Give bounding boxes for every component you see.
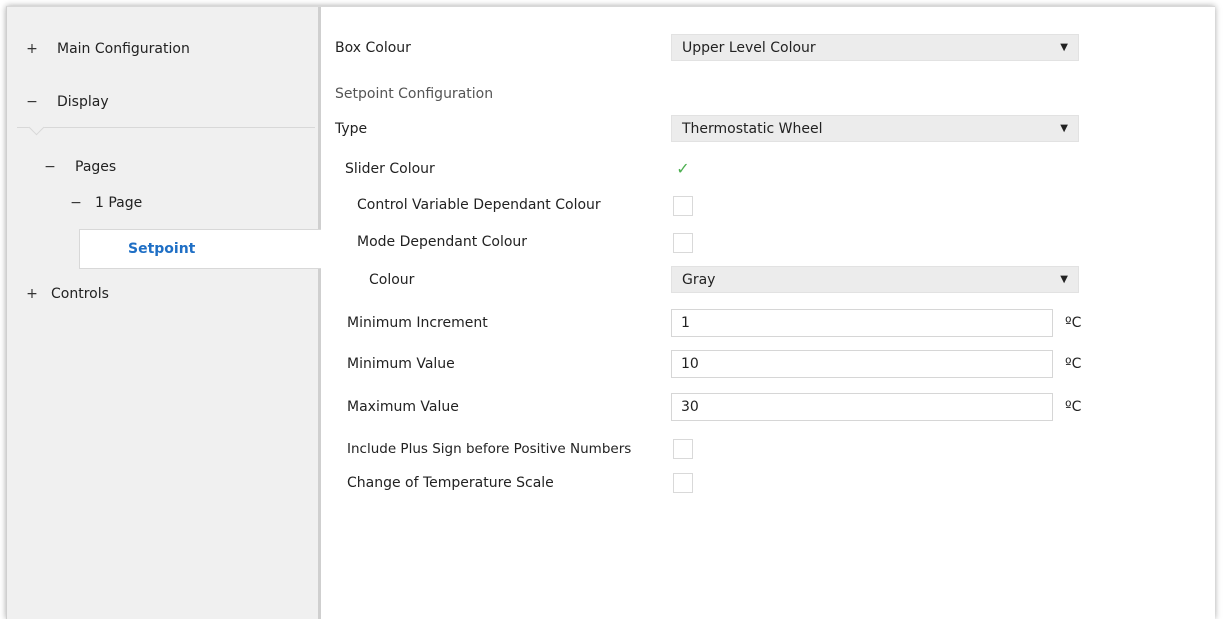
- mode-dependant-colour-checkbox[interactable]: [673, 233, 693, 253]
- type-row: Type: [335, 115, 367, 143]
- maximum-value-label: Maximum Value: [347, 399, 459, 415]
- mode-dependant-colour-row: Mode Dependant Colour: [357, 228, 527, 256]
- temperature-scale-checkbox[interactable]: [673, 473, 693, 493]
- collapse-minus-icon[interactable]: −: [43, 159, 57, 175]
- collapse-minus-icon[interactable]: −: [69, 195, 83, 211]
- temperature-scale-row: Change of Temperature Scale: [347, 469, 554, 497]
- maximum-value-value: 30: [681, 399, 699, 415]
- chevron-down-icon: ▼: [1060, 42, 1068, 53]
- slider-colour-checkbox[interactable]: ✓: [673, 159, 693, 179]
- minimum-increment-input[interactable]: 1: [671, 309, 1053, 337]
- sidebar-item-label: Controls: [51, 286, 109, 302]
- sidebar-item-setpoint[interactable]: Setpoint: [79, 229, 321, 269]
- minimum-increment-label: Minimum Increment: [347, 315, 488, 331]
- sidebar-item-1-page[interactable]: − 1 Page: [69, 177, 142, 229]
- maximum-value-unit: ºC: [1065, 399, 1082, 415]
- minimum-value-label: Minimum Value: [347, 356, 455, 372]
- sidebar-item-main-configuration[interactable]: + Main Configuration: [25, 23, 190, 75]
- sidebar-item-label: Pages: [75, 159, 117, 175]
- mode-dependant-colour-label: Mode Dependant Colour: [357, 234, 528, 250]
- plus-sign-row: Include Plus Sign before Positive Number…: [347, 435, 631, 463]
- box-colour-row: Box Colour: [335, 34, 411, 62]
- sidebar-item-label: 1 Page: [95, 195, 143, 211]
- setpoint-configuration-heading: Setpoint Configuration: [335, 80, 493, 108]
- type-value: Thermostatic Wheel: [682, 120, 823, 137]
- control-variable-dependant-colour-label: Control Variable Dependant Colour: [357, 197, 601, 213]
- control-variable-dependant-colour-row: Control Variable Dependant Colour: [357, 191, 601, 219]
- colour-row: Colour: [369, 266, 414, 294]
- box-colour-dropdown[interactable]: Upper Level Colour ▼: [671, 34, 1079, 61]
- slider-colour-row: Slider Colour: [345, 155, 435, 183]
- type-dropdown[interactable]: Thermostatic Wheel ▼: [671, 115, 1079, 142]
- slider-colour-label: Slider Colour: [345, 161, 435, 177]
- expand-plus-icon[interactable]: +: [25, 41, 39, 57]
- minimum-increment-unit: ºC: [1065, 315, 1082, 331]
- minimum-value-unit: ºC: [1065, 356, 1082, 372]
- minimum-value-row: Minimum Value: [347, 350, 455, 378]
- minimum-increment-row: Minimum Increment: [347, 309, 488, 337]
- chevron-down-icon: ▼: [1060, 274, 1068, 285]
- maximum-value-input[interactable]: 30: [671, 393, 1053, 421]
- divider: [17, 127, 315, 128]
- sidebar-item-label: Display: [57, 94, 109, 110]
- section-title: Setpoint Configuration: [335, 86, 494, 102]
- colour-value: Gray: [682, 271, 716, 288]
- collapse-minus-icon[interactable]: −: [25, 94, 39, 110]
- temperature-scale-label: Change of Temperature Scale: [347, 475, 554, 491]
- box-colour-label: Box Colour: [335, 40, 411, 56]
- minimum-value-input[interactable]: 10: [671, 350, 1053, 378]
- sidebar-tree: + Main Configuration − Display − Pages −…: [7, 7, 321, 619]
- sidebar-item-label: Setpoint: [128, 241, 196, 257]
- checkmark-icon: ✓: [676, 159, 690, 178]
- maximum-value-row: Maximum Value: [347, 393, 459, 421]
- expand-plus-icon[interactable]: +: [25, 286, 39, 302]
- settings-panel: Box Colour Upper Level Colour ▼ Setpoint…: [321, 7, 1215, 619]
- minimum-value-value: 10: [681, 356, 699, 372]
- type-label: Type: [335, 121, 368, 137]
- plus-sign-label: Include Plus Sign before Positive Number…: [347, 441, 632, 457]
- plus-sign-checkbox[interactable]: [673, 439, 693, 459]
- minimum-increment-value: 1: [681, 315, 690, 331]
- colour-label: Colour: [369, 272, 415, 288]
- control-variable-dependant-colour-checkbox[interactable]: [673, 196, 693, 216]
- chevron-down-icon: ▼: [1060, 123, 1068, 134]
- app-window: + Main Configuration − Display − Pages −…: [6, 6, 1215, 619]
- colour-dropdown[interactable]: Gray ▼: [671, 266, 1079, 293]
- sidebar-item-controls[interactable]: + Controls: [25, 268, 109, 320]
- box-colour-value: Upper Level Colour: [682, 39, 816, 56]
- sidebar-item-label: Main Configuration: [57, 41, 190, 57]
